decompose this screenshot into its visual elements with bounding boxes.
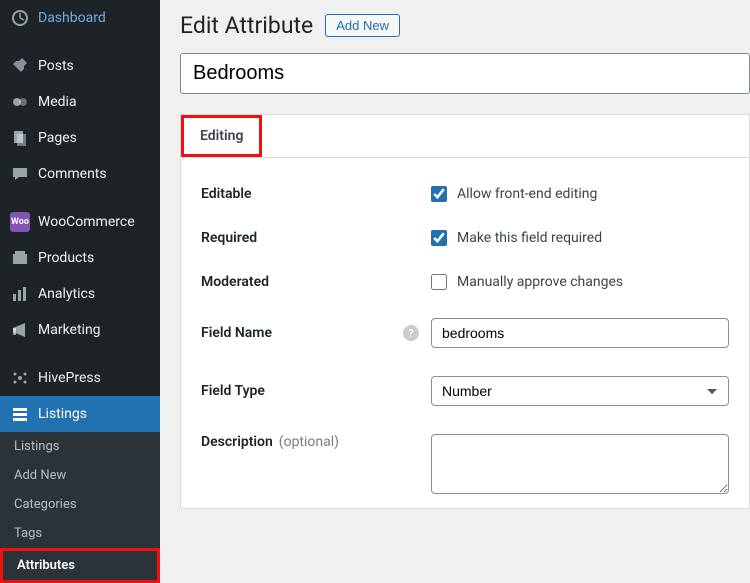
main-content: Edit Attribute Add New Editing Editable … — [160, 0, 750, 568]
sidebar-item-listings[interactable]: Listings — [0, 396, 160, 432]
editable-checkbox[interactable] — [431, 186, 447, 202]
help-icon[interactable]: ? — [403, 325, 419, 341]
sidebar-item-label: Dashboard — [38, 10, 106, 26]
sidebar-item-label: WooCommerce — [38, 214, 135, 230]
sidebar-item-label: Posts — [38, 58, 74, 74]
row-moderated: Moderated Manually approve changes — [201, 260, 729, 304]
page-title: Edit Attribute — [180, 12, 313, 39]
sidebar-item-label: Pages — [38, 130, 77, 146]
editable-checkbox-label: Allow front-end editing — [457, 186, 597, 202]
label-required: Required — [201, 230, 431, 246]
sidebar-item-posts[interactable]: Posts — [0, 48, 160, 84]
sidebar-item-label: Comments — [38, 166, 107, 182]
tab-strip: Editing — [181, 115, 749, 158]
label-field-name: Field Name ? — [201, 325, 431, 341]
label-field-name-text: Field Name — [201, 325, 272, 341]
submenu-item-attributes[interactable]: Attributes — [0, 548, 160, 583]
woocommerce-icon: Woo — [10, 212, 30, 232]
listings-submenu: Listings Add New Categories Tags Attribu… — [0, 432, 160, 583]
label-description: Description (optional) — [201, 434, 431, 450]
listings-icon — [10, 404, 30, 424]
sidebar-item-label: Marketing — [38, 322, 101, 338]
field-type-select[interactable]: Number — [431, 376, 729, 406]
sidebar-item-label: Analytics — [38, 286, 95, 302]
sidebar-item-dashboard[interactable]: Dashboard — [0, 0, 160, 36]
add-new-button[interactable]: Add New — [325, 14, 400, 37]
comments-icon — [10, 164, 30, 184]
editing-panel: Editing Editable Allow front-end editing… — [180, 114, 750, 509]
sidebar-item-products[interactable]: Products — [0, 240, 160, 276]
analytics-icon — [10, 284, 30, 304]
attribute-title-input[interactable] — [180, 53, 750, 94]
required-checkbox-label: Make this field required — [457, 230, 602, 246]
sidebar-item-comments[interactable]: Comments — [0, 156, 160, 192]
sidebar-item-label: Products — [38, 250, 94, 266]
label-moderated: Moderated — [201, 274, 431, 290]
hivepress-icon — [10, 368, 30, 388]
required-checkbox[interactable] — [431, 230, 447, 246]
sidebar-item-label: HivePress — [38, 370, 101, 386]
submenu-item-add-new[interactable]: Add New — [0, 461, 160, 490]
sidebar-item-label: Listings — [38, 406, 87, 422]
submenu-item-tags[interactable]: Tags — [0, 519, 160, 548]
description-textarea[interactable] — [431, 434, 729, 494]
row-required: Required Make this field required — [201, 216, 729, 260]
pages-icon — [10, 128, 30, 148]
label-field-type: Field Type — [201, 383, 431, 399]
marketing-icon — [10, 320, 30, 340]
label-description-text: Description — [201, 434, 273, 450]
pin-icon — [10, 56, 30, 76]
sidebar-item-label: Media — [38, 94, 77, 110]
label-editable: Editable — [201, 186, 431, 202]
row-field-type: Field Type Number — [201, 362, 729, 420]
submenu-item-categories[interactable]: Categories — [0, 490, 160, 519]
label-description-optional: (optional) — [279, 434, 339, 450]
sidebar-item-media[interactable]: Media — [0, 84, 160, 120]
page-header: Edit Attribute Add New — [180, 12, 750, 39]
field-name-input[interactable] — [431, 318, 729, 348]
sidebar-item-marketing[interactable]: Marketing — [0, 312, 160, 348]
moderated-checkbox-label: Manually approve changes — [457, 274, 623, 290]
moderated-checkbox[interactable] — [431, 274, 447, 290]
row-field-name: Field Name ? — [201, 304, 729, 362]
panel-body: Editable Allow front-end editing Require… — [181, 158, 749, 508]
tab-editing[interactable]: Editing — [181, 115, 262, 157]
media-icon — [10, 92, 30, 112]
row-editable: Editable Allow front-end editing — [201, 172, 729, 216]
submenu-item-listings[interactable]: Listings — [0, 432, 160, 461]
sidebar-item-woocommerce[interactable]: Woo WooCommerce — [0, 204, 160, 240]
products-icon — [10, 248, 30, 268]
admin-sidebar: Dashboard Posts Media Pages Comments Woo… — [0, 0, 160, 568]
sidebar-item-hivepress[interactable]: HivePress — [0, 360, 160, 396]
sidebar-item-analytics[interactable]: Analytics — [0, 276, 160, 312]
row-description: Description (optional) — [201, 420, 729, 508]
sidebar-item-pages[interactable]: Pages — [0, 120, 160, 156]
dashboard-icon — [10, 8, 30, 28]
